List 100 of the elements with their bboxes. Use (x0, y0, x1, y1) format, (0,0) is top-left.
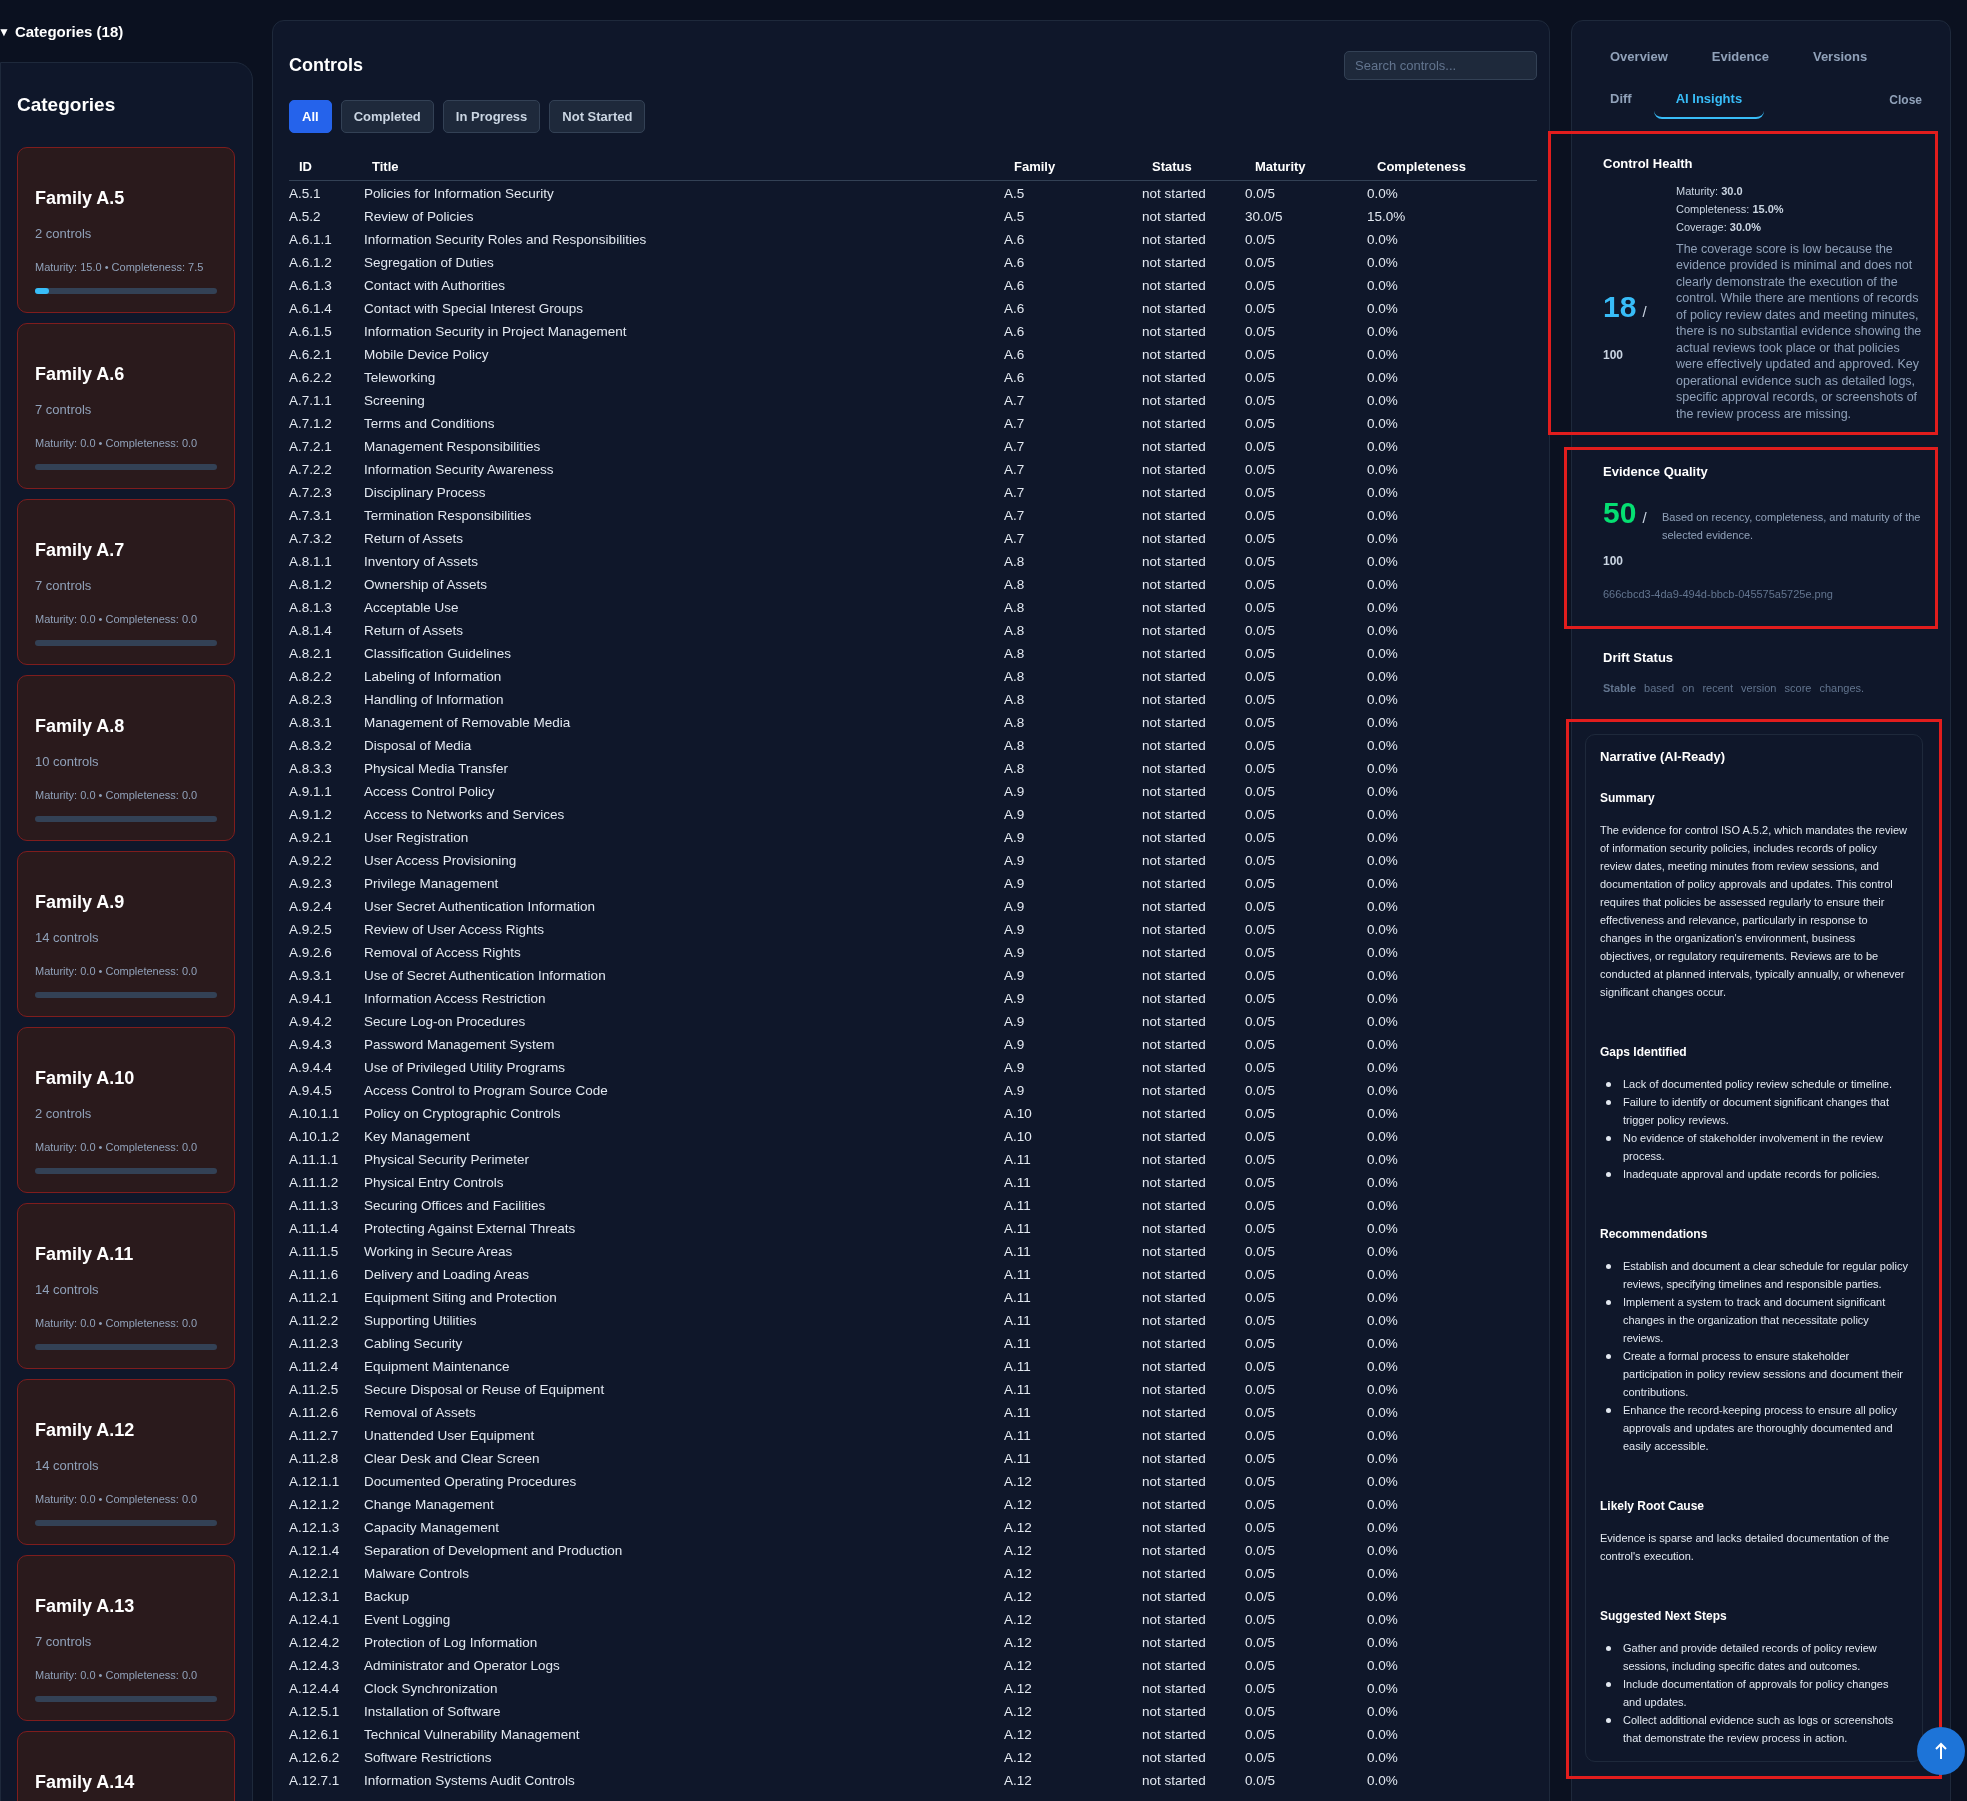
table-cell-text: not started (1142, 1703, 1207, 1722)
table-cell-text: A.8 (1004, 760, 1026, 779)
table-cell-text: 0.0% (1367, 1542, 1399, 1561)
table-cell-text: not started (1142, 714, 1207, 733)
table-cell-text: A.12.6.1 (289, 1726, 341, 1745)
category-card[interactable]: Family A.12 14 controls Maturity: 0.0 • Completeness: 0.0 (17, 1378, 235, 1545)
table-cell-text: not started (1142, 1634, 1207, 1653)
table-cell-text: Access Control Policy (364, 783, 496, 802)
table-cell-text: 0.0/5 (1245, 1151, 1277, 1170)
table-cell-text: A.9 (1004, 1059, 1026, 1078)
table-cell-text: 0.0% (1367, 1105, 1399, 1124)
table-cell-text: Information Security in Project Management (364, 323, 628, 342)
table-cell-text: A.8.1.4 (289, 622, 333, 641)
table-cell-text: Protection of Log Information (364, 1634, 539, 1653)
table-cell-text: not started (1142, 622, 1207, 641)
table-cell-text: Clock Synchronization (364, 1680, 499, 1699)
toggle-icon[interactable]: ▼ (0, 23, 10, 41)
table-cell-text: 0.0/5 (1245, 1519, 1277, 1538)
table-cell-text: 0.0/5 (1245, 323, 1277, 342)
column-header[interactable]: ID (289, 156, 364, 177)
tab[interactable]: Evidence (1689, 39, 1791, 77)
table-cell-text: 0.0% (1367, 1519, 1399, 1538)
filter-button[interactable]: Completed (340, 100, 434, 133)
category-count: 14 controls (35, 1280, 100, 1299)
tab[interactable]: Overview (1588, 39, 1690, 77)
column-header[interactable]: Completeness (1367, 156, 1537, 177)
table-cell-text: 0.0/5 (1245, 1473, 1277, 1492)
drift-text: Stable based on recent version score changes. (1603, 680, 1866, 696)
table-cell-text: Mobile Device Policy (364, 346, 490, 365)
table-cell-text: A.9.4.4 (289, 1059, 333, 1078)
tab[interactable]: Versions (1790, 39, 1890, 77)
column-header[interactable]: Status (1142, 156, 1245, 177)
column-header[interactable]: Family (1004, 156, 1142, 177)
table-cell-text: 0.0/5 (1245, 829, 1277, 848)
table-cell-text: 0.0% (1367, 829, 1399, 848)
table-cell-text: 0.0% (1367, 300, 1399, 319)
table-cell-text: 0.0% (1367, 875, 1399, 894)
table-cell-text: A.11 (1004, 1220, 1032, 1239)
column-header[interactable]: Title (364, 156, 1004, 177)
categories-summary[interactable]: Categories (18) (14, 20, 124, 44)
table-cell-text: 0.0/5 (1245, 1082, 1277, 1101)
table-cell-text: 0.0% (1367, 1220, 1399, 1239)
category-card[interactable]: Family A.11 14 controls Maturity: 0.0 • Completeness: 0.0 (17, 1202, 235, 1369)
table-cell-text: A.12.1.1 (289, 1473, 341, 1492)
table-cell-text: 0.0% (1367, 507, 1399, 526)
category-card[interactable]: Family A.8 10 controls Maturity: 0.0 • Completeness: 0.0 (17, 674, 235, 841)
category-name: Family A.8 (35, 714, 126, 738)
table-cell-text: Contact with Special Interest Groups (364, 300, 585, 319)
table-cell-text: Ownership of Assets (364, 576, 489, 595)
bullet-icon (1606, 1099, 1611, 1105)
table-cell-text: A.7 (1004, 461, 1026, 480)
category-card[interactable]: Family A.7 7 controls Maturity: 0.0 • Completeness: 0.0 (17, 498, 235, 665)
table-cell-text: A.7 (1004, 415, 1026, 434)
table-cell-text: A.9 (1004, 898, 1026, 917)
table-cell-text: Review of Policies (364, 208, 475, 227)
category-card[interactable]: Family A.5 2 controls Maturity: 15.0 • Completeness: 7.5 (17, 146, 235, 313)
table-cell-text: 0.0% (1367, 484, 1399, 503)
score-slash: / (1642, 508, 1647, 528)
table-cell-text: A.8.1.1 (289, 553, 333, 572)
table-cell-text: A.9 (1004, 875, 1026, 894)
table-cell-text: 0.0% (1367, 231, 1399, 250)
close-button[interactable]: Close (1877, 81, 1934, 119)
category-card[interactable]: Family A.10 2 controls Maturity: 0.0 • Completeness: 0.0 (17, 1026, 235, 1193)
search-field[interactable]: Search controls... (1344, 51, 1537, 80)
table-cell-text: 0.0% (1367, 1082, 1399, 1101)
tab[interactable]: Diff (1588, 81, 1654, 119)
table-cell-text: 0.0/5 (1245, 1427, 1277, 1446)
table-cell-text: 0.0/5 (1245, 1243, 1277, 1262)
table-cell-text: 0.0/5 (1245, 1588, 1277, 1607)
filter-button[interactable]: All (289, 100, 332, 133)
table-cell-text: A.9.4.3 (289, 1036, 333, 1055)
column-header[interactable]: Maturity (1245, 156, 1367, 177)
subsection-heading: Suggested Next Steps (1600, 1607, 1728, 1625)
table-cell-text: 0.0% (1367, 1289, 1399, 1308)
category-card[interactable]: Family A.13 7 controls Maturity: 0.0 • Completeness: 0.0 (17, 1554, 235, 1721)
category-card[interactable]: Family A.6 7 controls Maturity: 0.0 • Completeness: 0.0 (17, 322, 235, 489)
section-title: Control Health (1603, 155, 1694, 173)
table-cell-text: 0.0/5 (1245, 1128, 1277, 1147)
sidebar-heading: Categories (17, 93, 117, 117)
filter-button[interactable]: In Progress (442, 100, 541, 133)
table-cell-text: A.11 (1004, 1266, 1032, 1285)
list-item: Gather and provide detailed records of policy review sessions, including specific dates and outcomes. (1623, 1640, 1878, 1674)
table-cell-text: 0.0% (1367, 277, 1399, 296)
scroll-top-button[interactable] (1917, 1727, 1965, 1775)
tab[interactable]: AI Insights (1653, 81, 1765, 119)
subsection-heading: Recommendations (1600, 1225, 1709, 1243)
table-cell-text: not started (1142, 1680, 1207, 1699)
table-cell-text: 0.0% (1367, 185, 1399, 204)
category-card[interactable]: Family A.9 14 controls Maturity: 0.0 • Completeness: 0.0 (17, 850, 235, 1017)
table-cell-text: A.11.2.5 (289, 1381, 340, 1400)
filter-button[interactable]: Not Started (549, 100, 646, 133)
table-cell-text: 0.0% (1367, 254, 1399, 273)
category-card[interactable]: Family A.14 (17, 1730, 235, 1801)
table-cell-text: A.12 (1004, 1703, 1033, 1722)
table-cell-text: not started (1142, 323, 1207, 342)
table-cell-text: 0.0% (1367, 898, 1399, 917)
table-cell-text: 0.0% (1367, 1703, 1399, 1722)
table-cell-text: A.6 (1004, 323, 1026, 342)
table-cell-text: Policy on Cryptographic Controls (364, 1105, 562, 1124)
table-cell-text: A.11 (1004, 1312, 1032, 1331)
